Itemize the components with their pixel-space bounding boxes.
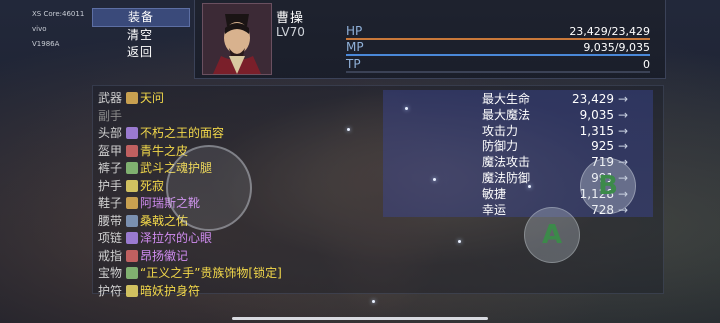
hp-bar: HP 23,429/23,429 (346, 24, 650, 40)
stat-row: 最大生命 23,429 → (482, 91, 628, 108)
equipment-slot-label: 宝物 (98, 266, 123, 280)
ring-icon (126, 249, 138, 262)
boots-icon (126, 197, 138, 209)
system-line: XS Core:46011 (32, 10, 85, 18)
equipment-item-name: 昂扬徽记 (140, 248, 189, 263)
mp-value: 9,035/9,035 (583, 41, 650, 54)
tp-value: 0 (643, 58, 650, 71)
menu-item-equip[interactable]: 装备 (92, 8, 190, 27)
stat-row: 攻击力 1,315 → (482, 123, 628, 140)
necklace-icon (126, 232, 138, 244)
hero-portrait (202, 3, 272, 75)
equipment-row[interactable]: 武器 天问 (98, 90, 378, 107)
stat-label: 最大生命 (482, 92, 531, 106)
hp-label: HP (346, 24, 363, 38)
equipment-slot-label: 副手 (98, 108, 123, 123)
arrow-right-icon: → (618, 92, 629, 106)
equipment-row[interactable]: 戒指 昂扬徽记 (98, 248, 378, 265)
sparkle (458, 240, 461, 243)
stat-value: 23,429 (572, 92, 614, 106)
equipment-item-name: 泽拉尔的心眼 (140, 231, 213, 245)
menu-item-back[interactable]: 返回 (92, 44, 188, 61)
stat-row: 最大魔法 9,035 → (482, 107, 628, 124)
equipment-slot-label: 护手 (98, 178, 123, 193)
sparkle (405, 107, 408, 110)
mp-fill (346, 54, 650, 56)
system-info: XS Core:46011 vivo V1986A (32, 7, 84, 52)
stat-label: 攻击力 (482, 123, 519, 138)
equipment-slot-label: 盔甲 (98, 143, 123, 158)
stat-label: 敏捷 (482, 186, 507, 201)
menu-item-clear[interactable]: 清空 (92, 27, 188, 44)
stat-label: 魔法攻击 (482, 155, 531, 170)
arrow-right-icon: → (618, 139, 629, 154)
mp-bar: MP 9,035/9,035 (346, 40, 650, 56)
b-button[interactable]: B (580, 158, 636, 214)
hero-name: 曹操 (276, 11, 305, 26)
leggings-icon (126, 162, 138, 174)
sparkle (372, 300, 375, 303)
sparkle (347, 128, 350, 131)
helmet-icon (126, 127, 138, 139)
equipment-slot-label: 戒指 (98, 248, 123, 263)
equipment-row[interactable]: 项链 泽拉尔的心眼 (98, 230, 378, 247)
stat-value: 925 (591, 139, 614, 154)
equipment-row[interactable]: 护符 暗妖护身符 (98, 283, 378, 300)
stat-label: 防御力 (482, 139, 519, 154)
equipment-slot-label: 头部 (98, 126, 123, 140)
tp-label: TP (346, 57, 361, 71)
equipment-item-name: 天问 (140, 91, 165, 105)
home-indicator[interactable] (232, 317, 488, 320)
stat-value: 9,035 (579, 107, 614, 122)
equipment-slot-label: 鞋子 (98, 196, 123, 210)
equipment-item-name: 不朽之王的面容 (140, 126, 225, 140)
stat-label: 魔法防御 (482, 171, 531, 185)
sparkle (528, 185, 531, 188)
stat-label: 最大魔法 (482, 107, 531, 122)
equipment-slot-label: 护符 (98, 283, 123, 298)
equipment-slot-label: 裤子 (98, 161, 123, 175)
gauntlet-icon (126, 179, 138, 192)
system-line: vivo (32, 25, 47, 33)
stat-label: 幸运 (482, 202, 507, 217)
equipment-item-name: “正义之手”贵族饰物[锁定] (140, 266, 282, 280)
armor-icon (126, 144, 138, 157)
hero-level: LV70 (276, 25, 305, 39)
treasure-icon (126, 267, 138, 279)
equipment-row[interactable]: 头部 不朽之王的面容 (98, 125, 378, 142)
sparkle (433, 178, 436, 181)
equipment-slot-label: 腰带 (98, 213, 123, 228)
hp-value: 23,429/23,429 (569, 25, 650, 38)
sword-icon (126, 92, 138, 104)
mp-label: MP (346, 40, 364, 54)
virtual-joystick[interactable] (166, 145, 252, 231)
stat-row: 防御力 925 → (482, 138, 628, 155)
equipment-item-name: 死寂 (140, 178, 165, 193)
arrow-right-icon: → (618, 107, 629, 122)
a-button[interactable]: A (524, 207, 580, 263)
stat-value: 1,315 (579, 123, 614, 138)
arrow-right-icon: → (618, 123, 629, 138)
system-line: V1986A (32, 40, 60, 48)
equipment-item-name: 暗妖护身符 (140, 283, 201, 298)
equipment-slot-label: 项链 (98, 231, 123, 245)
equipment-row[interactable]: 宝物 “正义之手”贵族饰物[锁定] (98, 265, 378, 282)
belt-icon (126, 214, 138, 227)
tp-bar: TP 0 (346, 57, 650, 73)
amulet-icon (126, 284, 138, 297)
command-menu: 装备 清空 返回 (92, 8, 190, 78)
equipment-row[interactable]: 副手 (98, 108, 378, 125)
equipment-slot-label: 武器 (98, 91, 123, 105)
